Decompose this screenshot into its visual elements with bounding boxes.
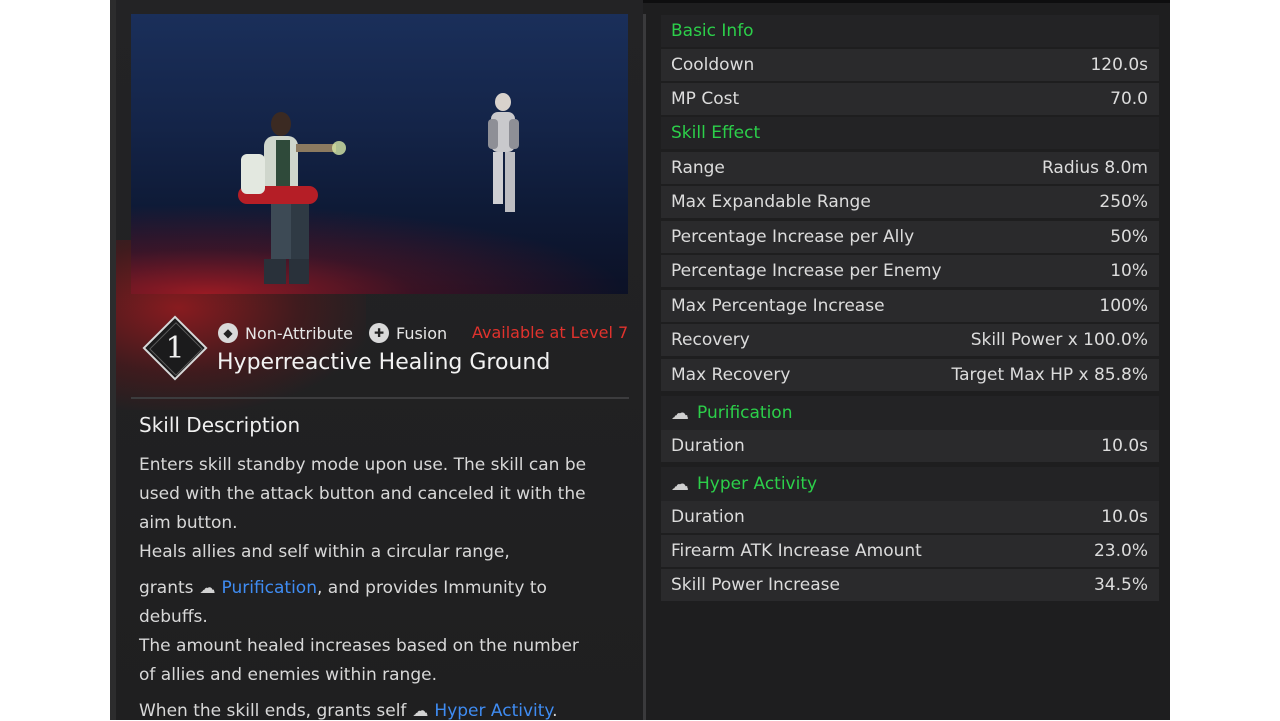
stat-row-skill-power: Skill Power Increase 34.5% <box>661 569 1159 601</box>
hyper-activity-icon: ☁ <box>671 473 689 495</box>
description-line: Enters skill standby mode upon use. The … <box>139 455 587 475</box>
attribute-tag: ◆ Non-Attribute <box>218 322 353 344</box>
stat-row-firearm-atk: Firearm ATK Increase Amount 23.0% <box>661 535 1159 567</box>
type-label: Fusion <box>396 323 448 343</box>
stat-row-cooldown: Cooldown 120.0s <box>661 49 1159 81</box>
stat-row-pct-ally: Percentage Increase per Ally 50% <box>661 221 1159 253</box>
description-line: When the skill ends, grants self ☁ Hyper A… <box>139 701 558 721</box>
skill-effect-header: Skill Effect <box>661 117 1159 149</box>
skill-preview-image <box>131 14 628 294</box>
description-line: The amount healed increases based on the… <box>139 636 579 656</box>
skill-slot-number: 1 <box>165 331 185 366</box>
attribute-label: Non-Attribute <box>245 323 353 343</box>
description-line: aim button. <box>139 513 238 533</box>
column-divider <box>643 14 646 720</box>
description-heading: Skill Description <box>139 413 301 437</box>
purification-link[interactable]: Purification <box>222 578 317 598</box>
stat-row-pct-enemy: Percentage Increase per Enemy 10% <box>661 255 1159 287</box>
purification-header: ☁ Purification <box>661 396 1159 430</box>
hyper-activity-header: ☁ Hyper Activity <box>661 467 1159 501</box>
preview-characters <box>238 93 519 284</box>
stat-row-max-pct: Max Percentage Increase 100% <box>661 290 1159 322</box>
stat-row-max-recovery: Max Recovery Target Max HP x 85.8% <box>661 359 1159 391</box>
stat-row-range: Range Radius 8.0m <box>661 152 1159 184</box>
purification-icon: ☁ <box>671 402 689 424</box>
basic-info-header: Basic Info <box>661 15 1159 47</box>
description-line: grants ☁ Purification, and provides Immuni… <box>139 578 547 598</box>
stat-row-recovery: Recovery Skill Power x 100.0% <box>661 324 1159 356</box>
non-attribute-icon: ◆ <box>218 323 238 343</box>
hyper-activity-icon: ☁ <box>412 701 429 720</box>
description-line: Heals allies and self within a circular … <box>139 542 510 562</box>
skill-title: Hyperreactive Healing Ground <box>217 350 551 375</box>
fusion-icon: ✚ <box>369 323 389 343</box>
description-line: of allies and enemies within range. <box>139 665 437 685</box>
hyper-activity-link[interactable]: Hyper Activity <box>434 701 552 721</box>
type-tag: ✚ Fusion <box>369 322 447 344</box>
stat-row-hyper-duration: Duration 10.0s <box>661 501 1159 533</box>
availability-label: Available at Level 7 <box>472 323 629 342</box>
stat-row-max-expandable-range: Max Expandable Range 250% <box>661 186 1159 218</box>
purification-icon: ☁ <box>199 578 216 597</box>
description-line: used with the attack button and canceled… <box>139 484 586 504</box>
stat-row-purification-duration: Duration 10.0s <box>661 430 1159 462</box>
stat-row-mp-cost: MP Cost 70.0 <box>661 83 1159 115</box>
section-divider <box>131 397 629 399</box>
description-line: debuffs. <box>139 607 208 627</box>
